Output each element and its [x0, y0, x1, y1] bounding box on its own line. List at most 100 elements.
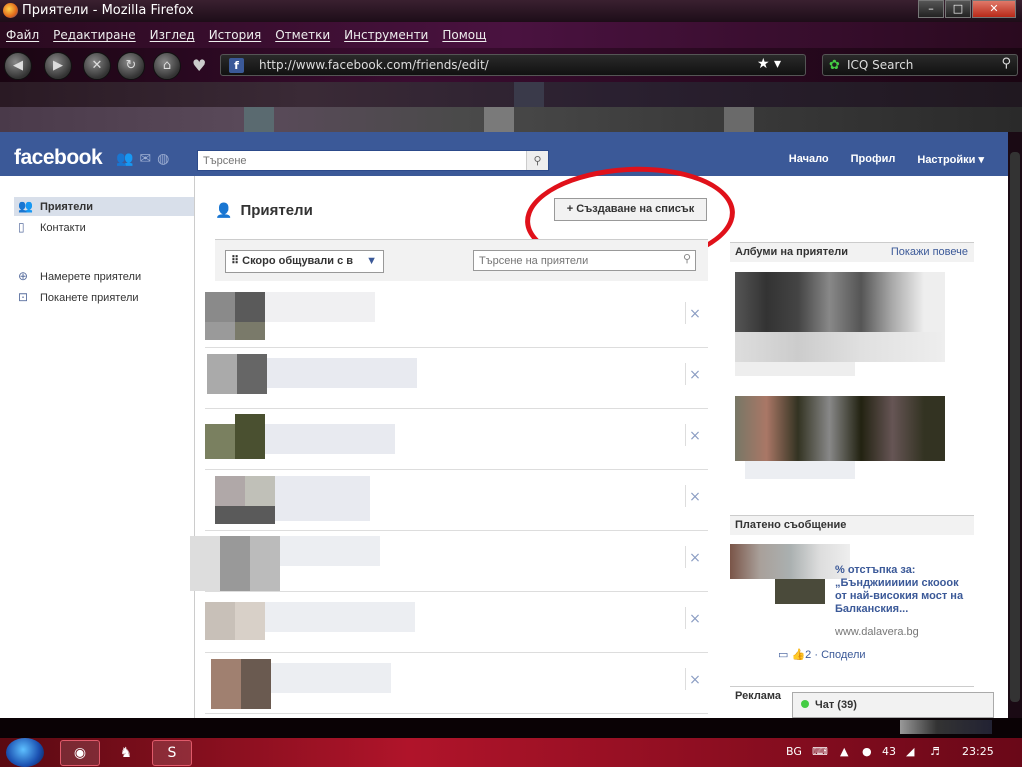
chat-bar[interactable]: Чат (39)	[792, 692, 994, 718]
comment-icon[interactable]: ▭	[778, 649, 791, 661]
friend-row[interactable]: ×	[205, 592, 708, 653]
settings-link[interactable]: Настройки ▾	[917, 153, 984, 166]
bookmark-heart-icon[interactable]: ♥	[192, 56, 206, 75]
speaker-icon[interactable]: ♬	[930, 745, 940, 758]
remove-friend-icon[interactable]: ×	[688, 673, 702, 687]
search-icon[interactable]: ⚲	[1001, 56, 1011, 71]
home-link[interactable]: Начало	[789, 153, 829, 166]
chevron-down-icon: ▼	[366, 255, 377, 267]
friend-row[interactable]: ×	[205, 409, 708, 470]
ad-domain: www.dalavera.bg	[835, 626, 919, 638]
tray-arrow-icon[interactable]: ▲	[840, 745, 848, 758]
invite-icon: ⊡	[18, 290, 29, 304]
menu-history[interactable]: История	[209, 28, 262, 42]
menu-edit[interactable]: Редактиране	[53, 28, 136, 42]
sidebar-item-contacts[interactable]: ▯ Контакти	[14, 218, 194, 237]
avatar	[211, 659, 241, 709]
menu-view[interactable]: Изглед	[150, 28, 195, 42]
home-icon[interactable]: ⌂	[153, 52, 181, 80]
phone-icon: ▯	[18, 220, 25, 234]
albums-header: Албуми на приятели Покажи повече	[730, 242, 974, 262]
forward-icon[interactable]: ▶	[44, 52, 72, 80]
notifications-globe-icon[interactable]: ◍	[157, 151, 175, 167]
facebook-logo[interactable]: facebook	[14, 146, 103, 170]
avatar	[215, 476, 245, 506]
bookmarks-toolbar	[0, 82, 1022, 132]
page-scrollbar[interactable]	[1008, 132, 1022, 718]
close-button[interactable]: ✕	[972, 0, 1016, 18]
friend-row[interactable]: ×	[190, 531, 708, 592]
minimize-button[interactable]: –	[918, 0, 944, 18]
sidebar-item-friends[interactable]: 👥 Приятели	[14, 197, 194, 216]
menu-bookmarks[interactable]: Отметки	[275, 28, 330, 42]
sidebar-item-find-friends[interactable]: ⊕ Намерете приятели	[14, 267, 194, 286]
friends-search[interactable]: ⚲	[473, 250, 696, 271]
top-links: Начало Профил Настройки ▾	[767, 153, 984, 166]
remove-friend-icon[interactable]: ×	[688, 307, 702, 321]
status-bar	[0, 718, 1022, 738]
filter-dropdown[interactable]: ⠿ Скоро общували с в ▼	[225, 250, 384, 273]
friend-row[interactable]: ×	[205, 470, 708, 531]
avatar	[205, 602, 235, 640]
right-column: Албуми на приятели Покажи повече Платено …	[730, 176, 975, 718]
maximize-button[interactable]: □	[945, 0, 971, 18]
reload-icon[interactable]: ↻	[117, 52, 145, 80]
like-icon[interactable]: 👍	[791, 649, 805, 661]
remove-friend-icon[interactable]: ×	[688, 612, 702, 626]
stop-icon[interactable]: ✕	[83, 52, 111, 80]
network-icon[interactable]: ◢	[906, 745, 914, 758]
friends-filter-bar: ⠿ Скоро общували с в▼ ⚲	[215, 239, 708, 281]
keyboard-icon[interactable]: ⌨	[812, 745, 828, 758]
sponsored-ad[interactable]: % отстъпка за: „Бънджииииии скооок от на…	[730, 536, 974, 676]
ad-title[interactable]: % отстъпка за: „Бънджииииии скооок от на…	[835, 564, 973, 616]
back-icon[interactable]: ◀	[4, 52, 32, 80]
notification-icons[interactable]: 👥✉◍	[116, 151, 175, 167]
remove-friend-icon[interactable]: ×	[688, 551, 702, 565]
star-icon[interactable]: ★ ▾	[757, 56, 781, 72]
remove-friend-icon[interactable]: ×	[688, 429, 702, 443]
facebook-search[interactable]: ⚲	[197, 150, 549, 171]
sidebar-item-invite[interactable]: ⊡ Поканете приятели	[14, 288, 194, 307]
remove-friend-icon[interactable]: ×	[688, 368, 702, 382]
like-count: 2	[805, 649, 812, 661]
facebook-search-input[interactable]	[198, 151, 518, 170]
friend-row[interactable]: ×	[205, 287, 708, 348]
share-link[interactable]: Сподели	[821, 649, 866, 661]
language-indicator[interactable]: BG	[786, 745, 802, 758]
taskbar-firefox-icon[interactable]: ◉	[60, 740, 100, 766]
scrollbar-thumb[interactable]	[1010, 152, 1020, 702]
friend-row[interactable]: ×	[205, 653, 708, 714]
tray-counter: 43	[882, 745, 896, 758]
tray-app-icon[interactable]: ●	[862, 745, 872, 758]
friends-search-input[interactable]	[474, 251, 669, 270]
taskbar-skype-icon[interactable]: S	[152, 740, 192, 766]
search-icon[interactable]: ⚲	[683, 252, 691, 265]
address-bar[interactable]: f http://www.facebook.com/friends/edit/ …	[220, 54, 806, 76]
start-button[interactable]	[6, 738, 44, 767]
browser-search-label: ICQ Search	[847, 58, 914, 72]
messages-icon[interactable]: ✉	[139, 151, 157, 167]
friends-main: 👤 Приятели + Създаване на списък ⠿ Скоро …	[190, 161, 738, 718]
menu-file[interactable]: Файл	[6, 28, 39, 42]
browser-search-box[interactable]: ✿ ICQ Search ⚲	[822, 54, 1018, 76]
grid-icon: ⠿	[231, 255, 243, 267]
clock[interactable]: 23:25	[962, 745, 994, 758]
menu-bar: Файл Редактиране Изглед История Отметки …	[0, 22, 1022, 48]
window-title: Приятели - Mozilla Firefox	[22, 3, 194, 18]
profile-link[interactable]: Профил	[851, 153, 896, 166]
friend-row[interactable]: ×	[205, 348, 708, 409]
online-dot-icon	[801, 700, 809, 708]
firefox-icon	[3, 3, 18, 18]
taskbar-app-icon[interactable]: ♞	[106, 740, 146, 766]
menu-help[interactable]: Помощ	[442, 28, 486, 42]
left-sidebar: 👥 Приятели ▯ Контакти ⊕ Намерете приятели ⊡…	[0, 176, 194, 718]
facebook-favicon-icon: f	[229, 58, 244, 73]
url-text[interactable]: http://www.facebook.com/friends/edit/	[259, 58, 489, 72]
window-titlebar: Приятели - Mozilla Firefox – □ ✕	[0, 0, 1022, 22]
show-more-link[interactable]: Покажи повече	[891, 243, 968, 262]
remove-friend-icon[interactable]: ×	[688, 490, 702, 504]
friend-requests-icon[interactable]: 👥	[116, 151, 139, 167]
menu-tools[interactable]: Инструменти	[344, 28, 428, 42]
search-icon[interactable]: ⚲	[526, 151, 548, 170]
web-page: facebook 👥✉◍ ⚲ Начало Профил Настройки ▾…	[0, 132, 1008, 718]
